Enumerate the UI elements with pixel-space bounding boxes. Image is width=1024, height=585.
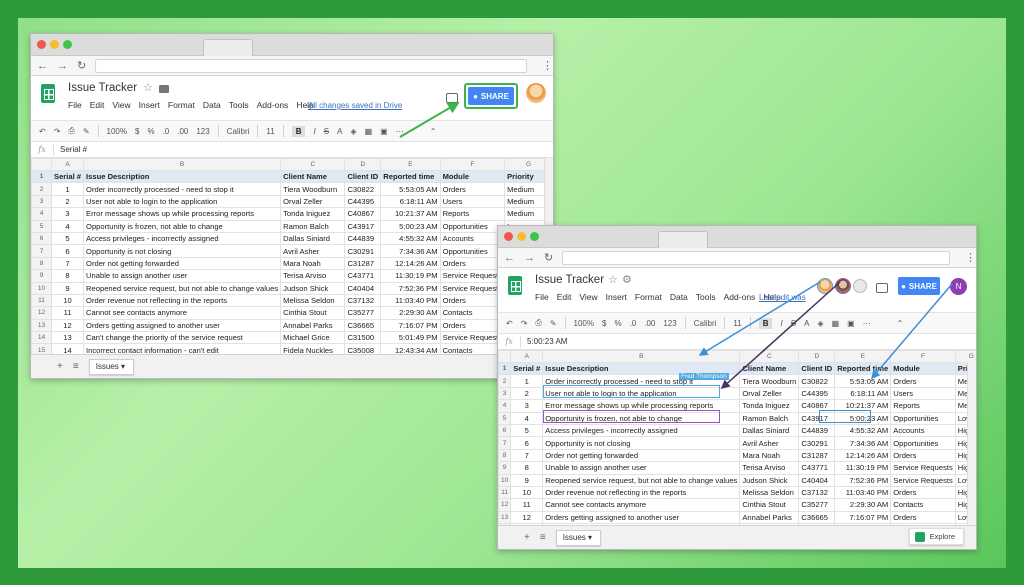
share-arrow (399, 101, 460, 138)
collaborator-arrow-purple (720, 281, 841, 390)
collaborator-arrow-blue (698, 281, 821, 356)
annotation-arrows (399, 101, 953, 390)
collaborator-arrow-cyan (871, 283, 953, 380)
